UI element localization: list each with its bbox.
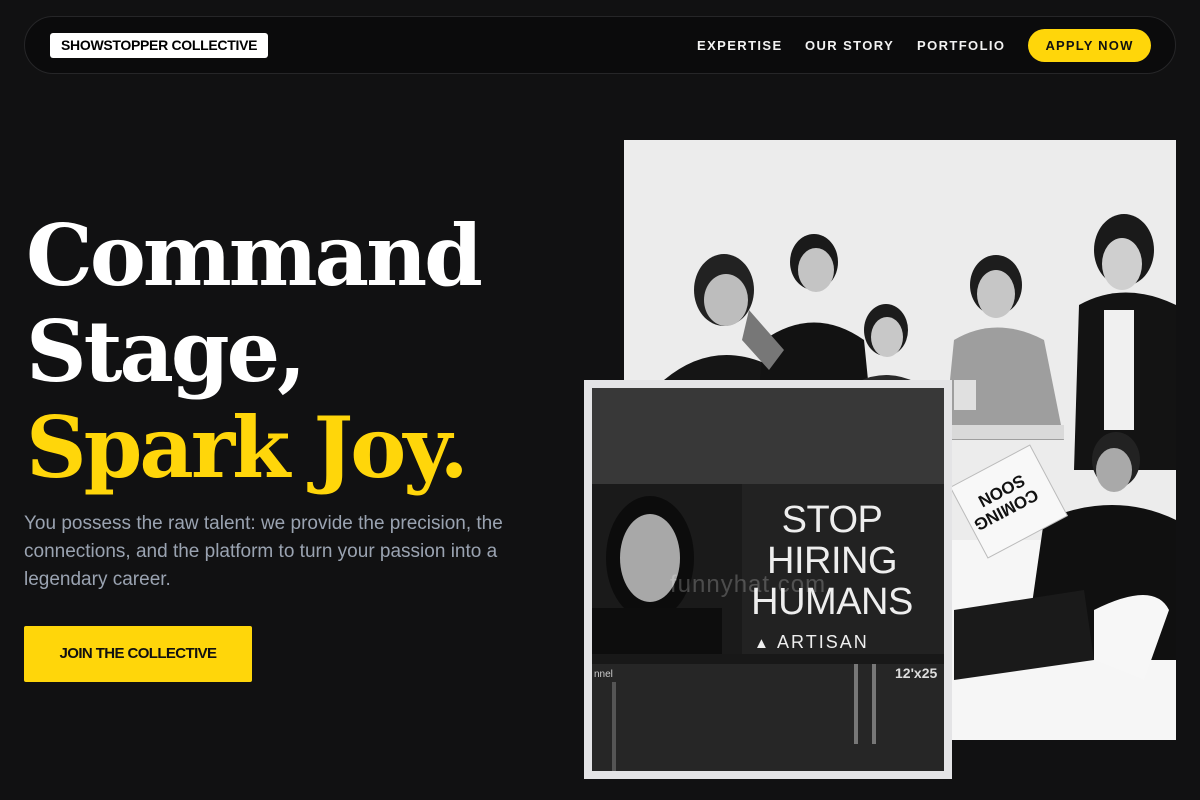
nav-link-portfolio[interactable]: PORTFOLIO [917, 38, 1005, 53]
billboard-brand-text: ARTISAN [777, 632, 869, 652]
artisan-triangle-icon: ▲ [754, 635, 778, 652]
hero-headline: Command Stage, Spark Joy. [26, 206, 483, 497]
hero-description: You possess the raw talent: we provide t… [24, 513, 503, 590]
billboard-brand: ▲ ARTISAN [754, 632, 869, 653]
headline-accent-line: Spark Joy. [26, 398, 469, 497]
headline-line-1: Command [26, 206, 483, 305]
nav-link-our-story[interactable]: OUR STORY [805, 38, 894, 53]
billboard-photo: STOP HIRING HUMANS ▲ ARTISAN 12'x25 nnel… [584, 380, 952, 779]
nav-link-expertise[interactable]: EXPERTISE [697, 38, 783, 53]
brand-logo[interactable]: SHOWSTOPPER COLLECTIVE [50, 33, 269, 58]
billboard-line-1: STOP [781, 499, 883, 541]
watermark: funnyhat.com [670, 571, 827, 598]
top-navigation-bar: SHOWSTOPPER COLLECTIVE EXPERTISE OUR STO… [24, 16, 1176, 74]
join-the-collective-button[interactable]: JOIN THE COLLECTIVE [24, 626, 252, 682]
billboard-size-label: 12'x25 [895, 665, 938, 681]
apply-now-button[interactable]: APPLY NOW [1028, 29, 1151, 62]
headline-line-2: Stage, [26, 302, 306, 401]
billboard-headline: STOP HIRING HUMANS [722, 500, 942, 623]
billboard-channel-label: nnel [594, 669, 613, 680]
